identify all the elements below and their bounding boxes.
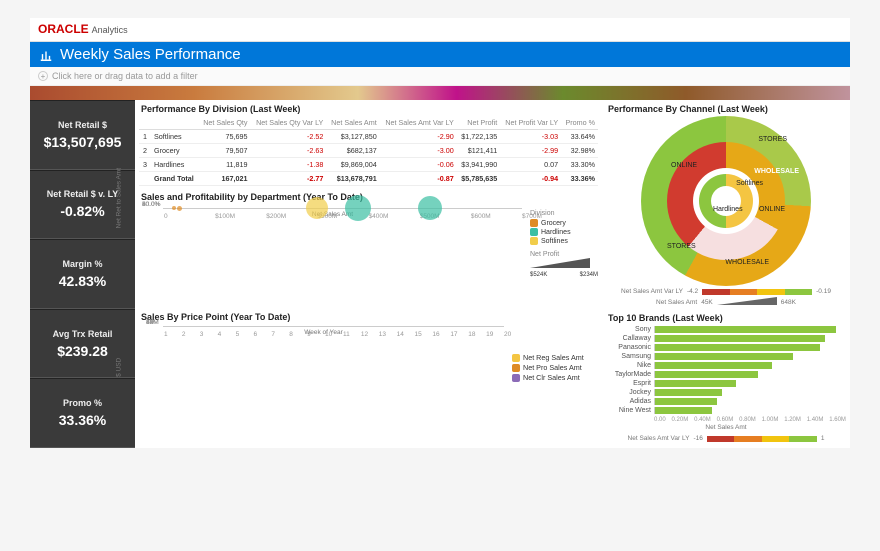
donut-panel: Performance By Channel (Last Week) ONLIN…: [606, 102, 846, 307]
division-table-panel: Performance By Division (Last Week) Net …: [139, 102, 598, 186]
brand-bar-row[interactable]: Jockey: [606, 388, 846, 397]
title-bar: Weekly Sales Performance: [30, 42, 850, 67]
table-header[interactable]: Net Profit Var LY: [500, 116, 561, 130]
area-panel: Sales By Price Point (Year To Date) $ US…: [139, 310, 598, 442]
kpi-net-retail[interactable]: Net Retail $ $13,507,695: [30, 100, 135, 170]
table-header[interactable]: Promo %: [561, 116, 598, 130]
bubble-point[interactable]: [177, 206, 182, 211]
table-row[interactable]: 2Grocery79,507-2.63$682,137-3.00$121,411…: [139, 144, 598, 158]
brand-bar-row[interactable]: TaylorMade: [606, 370, 846, 379]
brand-bar-row[interactable]: Nike: [606, 361, 846, 370]
brands-bar-chart[interactable]: SonyCallawayPanasonicSamsungNikeTaylorMa…: [606, 325, 846, 415]
page-title: Weekly Sales Performance: [60, 46, 241, 63]
filter-hint: Click here or drag data to add a filter: [52, 71, 198, 81]
bubble-point[interactable]: [172, 206, 176, 210]
brand-bar-row[interactable]: Callaway: [606, 334, 846, 343]
chart-icon: [38, 47, 54, 63]
brands-panel: Top 10 Brands (Last Week) SonyCallawayPa…: [606, 311, 846, 442]
app-header: ORACLEAnalytics: [30, 18, 850, 42]
table-header[interactable]: Net Profit: [457, 116, 500, 130]
table-row[interactable]: 1Softlines75,695-2.52$3,127,850-2.90$1,7…: [139, 130, 598, 144]
brand-bar-row[interactable]: Panasonic: [606, 343, 846, 352]
table-grand-total[interactable]: Grand Total167,021-2.77$13,678,791-0.87$…: [139, 172, 598, 186]
add-filter-icon[interactable]: +: [38, 71, 48, 81]
table-header[interactable]: Net Sales Amt Var LY: [380, 116, 457, 130]
bubble-point[interactable]: [418, 196, 442, 220]
filter-bar[interactable]: + Click here or drag data to add a filte…: [30, 67, 850, 86]
decorative-band: [30, 86, 850, 100]
division-table[interactable]: Net Sales QtyNet Sales Qty Var LYNet Sal…: [139, 116, 598, 186]
table-row[interactable]: 3Hardlines11,819-1.38$9,869,004-0.06$3,9…: [139, 158, 598, 172]
table-header[interactable]: Net Sales Qty Var LY: [251, 116, 327, 130]
brand-bar-row[interactable]: Sony: [606, 325, 846, 334]
scatter-chart[interactable]: 10.0%20.0%30.0%40.0%50.0%60.0%0$100M$200…: [163, 208, 522, 209]
brand-bar-row[interactable]: Nine West: [606, 406, 846, 415]
area-legend: Net Reg Sales AmtNet Pro Sales AmtNet Cl…: [508, 324, 598, 442]
brand-bar-row[interactable]: Samsung: [606, 352, 846, 361]
area-chart[interactable]: 2M4M6M8M10M12M14M12345678910111213141516…: [163, 326, 504, 327]
app-window: ORACLEAnalytics Weekly Sales Performance…: [30, 18, 850, 448]
oracle-logo: ORACLEAnalytics: [38, 22, 128, 37]
kpi-sidebar: Net Retail $ $13,507,695 Net Retail $ v.…: [30, 100, 135, 448]
table-header[interactable]: [139, 116, 151, 130]
table-header[interactable]: Net Sales Qty: [198, 116, 250, 130]
kpi-promo[interactable]: Promo % 33.36%: [30, 378, 135, 448]
table-header[interactable]: [151, 116, 198, 130]
table-header[interactable]: Net Sales Amt: [326, 116, 379, 130]
donut-chart[interactable]: ONLINE STORES WHOLESALE Softlines Hardli…: [641, 116, 811, 286]
brand-bar-row[interactable]: Esprit: [606, 379, 846, 388]
brand-bar-row[interactable]: Adidas: [606, 397, 846, 406]
kpi-margin[interactable]: Margin % 42.83%: [30, 239, 135, 309]
scatter-panel: Sales and Profitability by Department (Y…: [139, 190, 598, 306]
